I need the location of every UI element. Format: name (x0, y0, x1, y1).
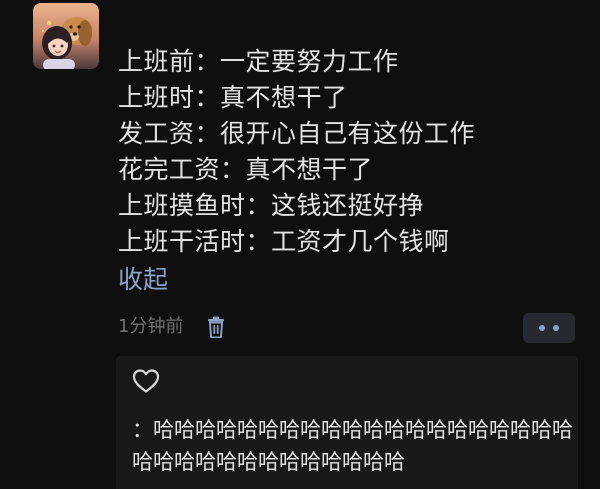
post-timestamp: 1分钟前 (118, 316, 184, 337)
post-line: 发工资：很开心自己有这份工作 (118, 119, 476, 148)
more-dots-icon[interactable] (523, 313, 575, 343)
post-line: 上班摸鱼时：这钱还挺好挣 (118, 191, 425, 220)
post-line: 花完工资：真不想干了 (118, 155, 374, 184)
post-content: 上班前：一定要努力工作 上班时：真不想干了 发工资：很开心自己有这份工作 花完工… (118, 44, 475, 260)
post-meta: 1分钟前 (118, 312, 227, 342)
post-line: 上班时：真不想干了 (118, 83, 348, 112)
avatar-illustration (33, 3, 99, 69)
trash-icon[interactable] (205, 315, 227, 339)
comment-separator: ： (132, 418, 153, 442)
post-line: 上班前：一定要努力工作 (118, 47, 399, 76)
moments-post: 上班前：一定要努力工作 上班时：真不想干了 发工资：很开心自己有这份工作 花完工… (0, 0, 600, 489)
comment-panel: ：哈哈哈哈哈哈哈哈哈哈哈哈哈哈哈哈哈哈哈哈哈哈哈哈哈哈哈哈哈哈哈哈哈 (116, 356, 578, 489)
avatar[interactable] (33, 3, 99, 69)
collapse-link[interactable]: 收起 (118, 262, 168, 298)
more-dot (539, 325, 545, 331)
comment-item: ：哈哈哈哈哈哈哈哈哈哈哈哈哈哈哈哈哈哈哈哈哈哈哈哈哈哈哈哈哈哈哈哈哈 (132, 414, 576, 478)
heart-outline-icon[interactable] (132, 368, 162, 394)
comment-text: 哈哈哈哈哈哈哈哈哈哈哈哈哈哈哈哈哈哈哈哈哈哈哈哈哈哈哈哈哈哈哈哈哈 (132, 418, 573, 474)
more-dot (553, 325, 559, 331)
post-line: 上班干活时：工资才几个钱啊 (118, 227, 450, 256)
